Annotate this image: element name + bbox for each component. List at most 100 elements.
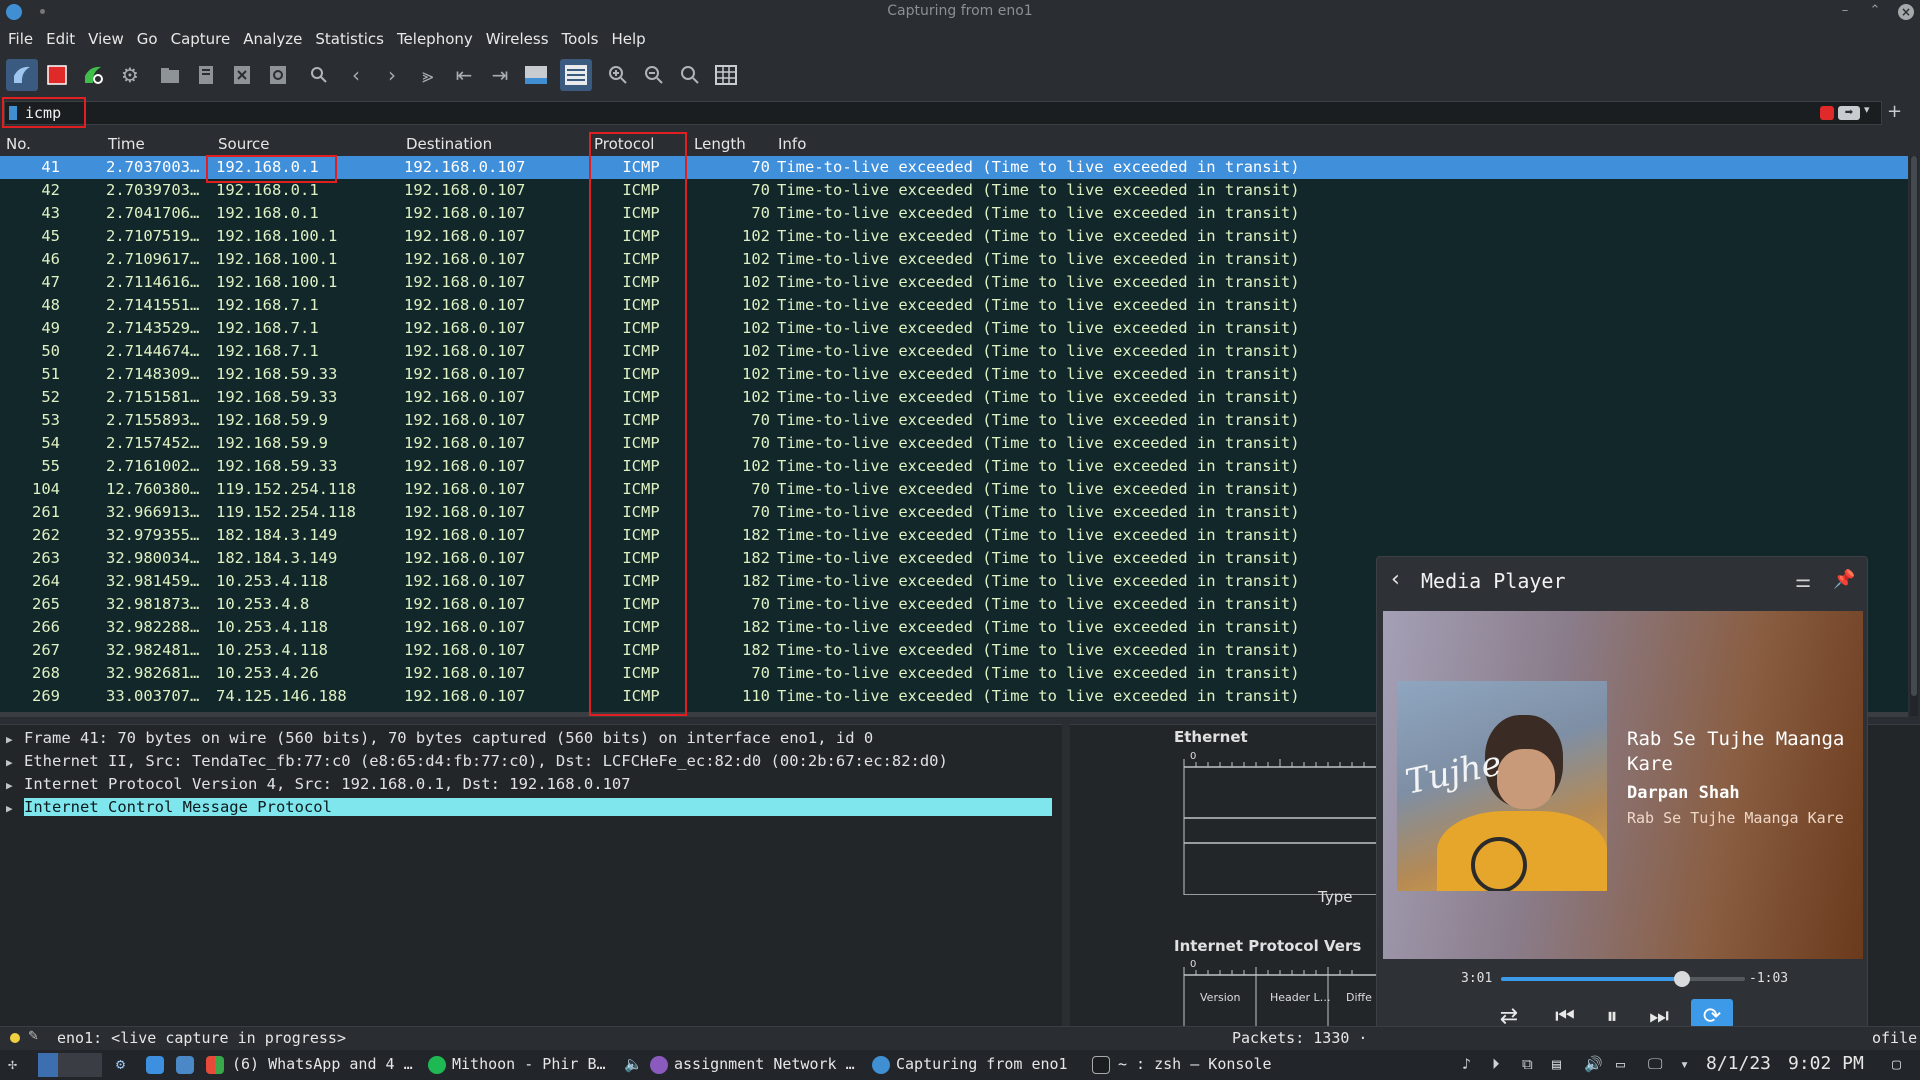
battery-tray-icon[interactable]: ▭ (1616, 1055, 1625, 1073)
app-launcher-icon[interactable]: ✢ (8, 1055, 17, 1073)
virtual-desktop-3[interactable] (78, 1053, 102, 1077)
menu-tools[interactable]: Tools (562, 26, 599, 52)
detail-row-ethernet[interactable]: ▶ Ethernet II, Src: TendaTec_fb:77:c0 (e8… (6, 752, 1058, 774)
detail-row-frame[interactable]: ▶ Frame 41: 70 bytes on wire (560 bits), … (6, 729, 1058, 751)
first-packet-icon[interactable]: ⇤ (448, 59, 480, 91)
menu-statistics[interactable]: Statistics (315, 26, 384, 52)
go-back-icon[interactable]: ‹ (340, 59, 372, 91)
colorize-icon[interactable] (560, 59, 592, 91)
expand-arrow-icon[interactable]: ▶ (6, 756, 24, 769)
clear-filter-icon[interactable] (1820, 106, 1834, 120)
tray-expand-icon[interactable]: ▾ (1680, 1055, 1689, 1073)
file-manager-icon[interactable] (176, 1056, 194, 1074)
last-packet-icon[interactable]: ⇥ (484, 59, 516, 91)
volume-tray-icon[interactable]: 🔊 (1584, 1055, 1603, 1073)
table-row[interactable]: 52 2.7151581… 192.168.59.33 192.168.0.107 IC… (0, 386, 1908, 409)
table-row[interactable]: 43 2.7041706… 192.168.0.1 192.168.0.107 ICMP… (0, 202, 1908, 225)
detail-row-icmp[interactable]: ▶ Internet Control Message Protocol (6, 798, 1058, 820)
pin-icon[interactable]: 📌 (1833, 569, 1855, 590)
resize-columns-icon[interactable] (710, 59, 742, 91)
clock-label[interactable]: 9:02 PM (1788, 1053, 1864, 1074)
column-header-info[interactable]: Info (778, 135, 806, 153)
task-spotify[interactable]: Mithoon - Phir B… (452, 1055, 606, 1073)
network-tray-icon[interactable]: 🖵 (1648, 1055, 1662, 1073)
menu-analyze[interactable]: Analyze (243, 26, 302, 52)
search-icon[interactable] (303, 59, 335, 91)
tray-app-icon[interactable]: ♪ (1462, 1055, 1471, 1073)
capture-options-icon[interactable]: ⚙ (114, 59, 146, 91)
seek-handle[interactable] (1674, 971, 1690, 987)
open-file-icon[interactable] (154, 59, 186, 91)
zoom-out-icon[interactable] (638, 59, 670, 91)
table-row[interactable]: 262 32.979355… 182.184.3.149 192.168.0.107 I… (0, 524, 1908, 547)
menu-telephony[interactable]: Telephony (397, 26, 473, 52)
display-filter-input[interactable] (4, 101, 1882, 125)
table-row[interactable]: 50 2.7144674… 192.168.7.1 192.168.0.107 ICMP… (0, 340, 1908, 363)
reload-icon[interactable] (262, 59, 294, 91)
menu-edit[interactable]: Edit (46, 26, 75, 52)
autoscroll-icon[interactable] (520, 59, 552, 91)
column-header-source[interactable]: Source (218, 135, 270, 153)
media-tray-icon[interactable]: ⏵ (1492, 1055, 1500, 1073)
column-header-no[interactable]: No. (6, 135, 31, 153)
windows-app-icon[interactable] (206, 1056, 224, 1074)
task-whatsapp[interactable]: (6) WhatsApp and 4 … (232, 1055, 413, 1073)
table-row[interactable]: 45 2.7107519… 192.168.100.1 192.168.0.107 IC… (0, 225, 1908, 248)
table-row[interactable]: 54 2.7157452… 192.168.59.9 192.168.0.107 ICM… (0, 432, 1908, 455)
restart-capture-icon[interactable] (77, 59, 109, 91)
menu-go[interactable]: Go (137, 26, 158, 52)
table-row[interactable]: 49 2.7143529… 192.168.7.1 192.168.0.107 ICMP… (0, 317, 1908, 340)
column-header-destination[interactable]: Destination (406, 135, 492, 153)
menu-file[interactable]: File (8, 26, 33, 52)
capture-comment-icon[interactable]: ✎ (28, 1029, 39, 1044)
spotify-icon[interactable] (428, 1056, 446, 1074)
task-konsole[interactable]: ~ : zsh — Konsole (1118, 1055, 1272, 1073)
filter-history-dropdown-icon[interactable]: ▾ (1864, 103, 1870, 116)
go-forward-icon[interactable]: › (376, 59, 408, 91)
capture-status-icon[interactable] (10, 1033, 20, 1043)
back-chevron-icon[interactable]: ‹ (1391, 567, 1400, 592)
table-row[interactable]: 47 2.7114616… 192.168.100.1 192.168.0.107 IC… (0, 271, 1908, 294)
zoom-reset-icon[interactable] (674, 59, 706, 91)
downloads-icon[interactable] (146, 1056, 164, 1074)
shark-fin-start-icon[interactable] (6, 59, 38, 91)
task-wireshark[interactable]: Capturing from eno1 (896, 1055, 1068, 1073)
packet-list-scrollbar[interactable] (1910, 156, 1918, 716)
stop-capture-icon[interactable] (41, 59, 73, 91)
settings-sliders-icon[interactable]: ⚌ (1795, 571, 1811, 592)
konsole-icon[interactable] (1092, 1056, 1110, 1074)
go-to-packet-icon[interactable]: ⪢ (412, 59, 444, 91)
table-row[interactable]: 261 32.966913… 119.152.254.118 192.168.0.10… (0, 501, 1908, 524)
table-row[interactable]: 48 2.7141551… 192.168.7.1 192.168.0.107 ICMP… (0, 294, 1908, 317)
zoom-in-icon[interactable] (602, 59, 634, 91)
add-filter-button-icon[interactable]: + (1887, 101, 1902, 122)
detail-row-ip[interactable]: ▶ Internet Protocol Version 4, Src: 192.1… (6, 775, 1058, 797)
network-apps-icon[interactable]: ⚙ (116, 1055, 125, 1073)
apply-filter-button[interactable]: ➡ (1838, 106, 1860, 120)
seek-slider[interactable] (1501, 971, 1745, 987)
wireshark-task-icon[interactable] (872, 1056, 890, 1074)
minimize-icon[interactable]: – (1836, 3, 1854, 18)
close-icon[interactable]: × (1898, 4, 1914, 20)
scrollbar-thumb[interactable] (1911, 156, 1917, 696)
task-assignment[interactable]: assignment Network … (674, 1055, 855, 1073)
close-file-icon[interactable] (226, 59, 258, 91)
show-desktop-icon[interactable]: ▢ (1892, 1055, 1901, 1073)
browser-icon[interactable] (650, 1056, 668, 1074)
menu-capture[interactable]: Capture (171, 26, 231, 52)
table-row[interactable]: 53 2.7155893… 192.168.59.9 192.168.0.107 ICM… (0, 409, 1908, 432)
expand-arrow-icon[interactable]: ▶ (6, 802, 24, 815)
table-row[interactable]: 55 2.7161002… 192.168.59.33 192.168.0.107 IC… (0, 455, 1908, 478)
profile-label[interactable]: ofile (1872, 1029, 1917, 1047)
speaker-task-icon[interactable]: 🔈 (624, 1055, 643, 1073)
updates-tray-icon[interactable]: ⧉ (1522, 1055, 1533, 1073)
menu-help[interactable]: Help (611, 26, 645, 52)
column-header-length[interactable]: Length (694, 135, 746, 153)
clipboard-tray-icon[interactable]: ▤ (1552, 1055, 1561, 1073)
column-header-time[interactable]: Time (108, 135, 145, 153)
expand-arrow-icon[interactable]: ▶ (6, 779, 24, 792)
menu-wireless[interactable]: Wireless (486, 26, 549, 52)
expand-arrow-icon[interactable]: ▶ (6, 733, 24, 746)
save-file-icon[interactable] (190, 59, 222, 91)
maximize-icon[interactable]: ⌃ (1866, 3, 1884, 18)
